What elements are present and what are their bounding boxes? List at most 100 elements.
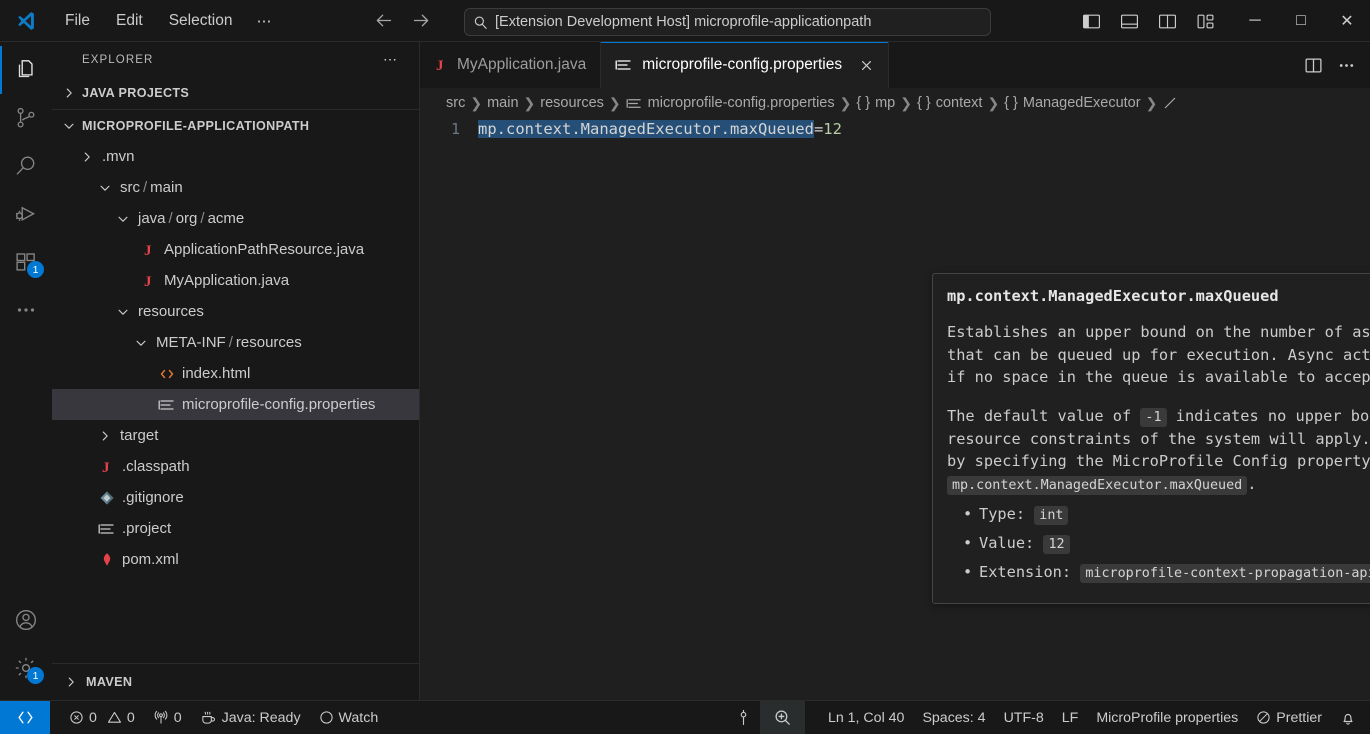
tree-item-myapplication-java[interactable]: J MyApplication.java (52, 265, 419, 296)
close-icon[interactable] (859, 58, 874, 73)
search-icon (473, 15, 488, 30)
activity-search[interactable] (0, 142, 52, 190)
tree-item-src-main[interactable]: src / main (52, 172, 419, 203)
maven-section-header[interactable]: MAVEN (52, 664, 419, 700)
status-screencast-zoom[interactable] (759, 701, 805, 734)
activity-run-and-debug[interactable] (0, 190, 52, 238)
section-microprofile-applicationpath[interactable]: MICROPROFILE-APPLICATIONPATH (52, 109, 419, 141)
tree-item-applicationpathresource-java[interactable]: J ApplicationPathResource.java (52, 234, 419, 265)
tree-item-applicationpathresource-label: ApplicationPathResource.java (164, 241, 365, 258)
chevron-down-icon (62, 119, 76, 133)
chevron-right-icon (78, 150, 96, 164)
extensions-badge: 1 (27, 261, 44, 278)
status-watch[interactable]: Watch (310, 701, 388, 734)
breadcrumb-item-truncated[interactable] (1162, 95, 1178, 111)
path-separator: / (143, 179, 148, 196)
activity-manage-settings[interactable]: 1 (0, 644, 52, 692)
status-java[interactable]: Java: Ready (191, 701, 310, 734)
breadcrumb-item-file[interactable]: microprofile-config.properties (626, 95, 835, 111)
status-prettier[interactable]: Prettier (1247, 701, 1331, 734)
activity-accounts[interactable] (0, 596, 52, 644)
menu-selection[interactable]: Selection (156, 8, 246, 34)
maven-icon (96, 551, 118, 569)
status-encoding[interactable]: UTF-8 (995, 701, 1053, 734)
maven-section[interactable]: MAVEN (52, 663, 419, 700)
minimize-button[interactable]: ─ (1232, 0, 1278, 42)
breadcrumb-item-mp[interactable]: { } mp (856, 95, 895, 111)
breadcrumb-item-src[interactable]: src (446, 95, 465, 111)
hover-paragraph-1: Establishes an upper bound on the number… (947, 323, 1370, 387)
status-notifications[interactable] (1331, 701, 1370, 734)
status-editor-actions[interactable] (727, 701, 760, 734)
tree-item-gitignore-label: .gitignore (122, 489, 184, 506)
breadcrumb-mp-label: mp (875, 95, 896, 111)
primary-sidebar: EXPLORER ⋯ JAVA PROJECTS MICROPROFILE-AP… (52, 42, 420, 700)
chevron-down-icon (96, 181, 114, 195)
breadcrumb-item-managedexecutor[interactable]: { } ManagedExecutor (1004, 95, 1140, 111)
path-separator: / (228, 334, 233, 351)
tab-microprofile-config-properties[interactable]: microprofile-config.properties (601, 42, 890, 88)
tree-item-mvn[interactable]: .mvn (52, 141, 419, 172)
layout-sidebar-left-icon[interactable] (1076, 6, 1106, 36)
layout-panel-icon[interactable] (1114, 6, 1144, 36)
code-line-1: 1 mp.context.ManagedExecutor.maxQueued=1… (420, 118, 1370, 140)
activity-additional-views[interactable] (0, 286, 52, 334)
warning-icon (107, 710, 122, 725)
menu-more[interactable]: ⋯ (245, 8, 284, 34)
arrow-right-icon[interactable] (410, 10, 432, 32)
chevron-right-icon: ❯ (1145, 94, 1158, 111)
activity-source-control[interactable] (0, 94, 52, 142)
tree-item-classpath[interactable]: J .classpath (52, 451, 419, 482)
remote-indicator-icon[interactable] (0, 701, 50, 734)
close-button[interactable]: ✕ (1324, 0, 1370, 42)
tree-item-project[interactable]: .project (52, 513, 419, 544)
tree-item-resources-label: resources (138, 303, 204, 320)
tree-item-pom-xml-label: pom.xml (122, 551, 179, 568)
status-problems[interactable]: 0 0 (60, 701, 144, 734)
status-cursor-position[interactable]: Ln 1, Col 40 (819, 701, 914, 734)
code-token-value: 12 (823, 120, 842, 138)
breadcrumb-item-resources[interactable]: resources (540, 95, 604, 111)
radio-tower-icon (153, 710, 169, 725)
svg-text:J: J (102, 460, 110, 476)
menu-file[interactable]: File (52, 8, 103, 34)
activity-explorer[interactable] (0, 46, 52, 94)
tree-item-index-html[interactable]: index.html (52, 358, 419, 389)
tree-item-target[interactable]: target (52, 420, 419, 451)
tree-item-gitignore[interactable]: .gitignore (52, 482, 419, 513)
section-microprofile-label: MICROPROFILE-APPLICATIONPATH (82, 118, 310, 133)
status-indentation[interactable]: Spaces: 4 (913, 701, 994, 734)
menu-edit[interactable]: Edit (103, 8, 156, 34)
tree-item-java-org-acme[interactable]: java / org / acme (52, 203, 419, 234)
code-editor[interactable]: 1 mp.context.ManagedExecutor.maxQueued=1… (420, 118, 1370, 700)
breadcrumb-item-context[interactable]: { } context (917, 95, 982, 111)
status-ports[interactable]: 0 (144, 701, 191, 734)
title-bar: File Edit Selection ⋯ [Extension Develop… (0, 0, 1370, 42)
status-language-mode[interactable]: MicroProfile properties (1087, 701, 1247, 734)
breadcrumb-context-label: context (935, 95, 983, 111)
chevron-right-icon (62, 86, 76, 100)
tree-item-resources[interactable]: resources (52, 296, 419, 327)
tree-item-meta-inf-resources[interactable]: META-INF / resources (52, 327, 419, 358)
maximize-button[interactable]: □ (1278, 0, 1324, 42)
split-editor-icon[interactable] (1304, 56, 1323, 75)
tree-item-classpath-label: .classpath (122, 458, 190, 475)
tree-item-pom-xml[interactable]: pom.xml (52, 544, 419, 575)
maven-section-label: MAVEN (86, 675, 133, 689)
command-center[interactable]: [Extension Development Host] microprofil… (464, 8, 991, 36)
code-content[interactable]: mp.context.ManagedExecutor.maxQueued=12 (478, 118, 842, 140)
tree-item-java-label: java (138, 210, 166, 227)
explorer-more-actions-icon[interactable]: ⋯ (383, 51, 399, 68)
arrow-left-icon[interactable] (372, 10, 394, 32)
status-eol[interactable]: LF (1053, 701, 1088, 734)
tree-item-microprofile-config-properties[interactable]: microprofile-config.properties (52, 389, 419, 420)
layout-customize-icon[interactable] (1190, 6, 1220, 36)
editor-more-actions-icon[interactable] (1337, 56, 1356, 75)
section-java-projects[interactable]: JAVA PROJECTS (52, 77, 419, 109)
layout-sidebar-right-icon[interactable] (1152, 6, 1182, 36)
breadcrumb-item-main[interactable]: main (487, 95, 518, 111)
tab-myapplication-java[interactable]: J MyApplication.java (420, 42, 602, 88)
error-icon (69, 710, 84, 725)
activity-extensions[interactable]: 1 (0, 238, 52, 286)
tree-item-meta-resources-label: resources (235, 334, 302, 351)
